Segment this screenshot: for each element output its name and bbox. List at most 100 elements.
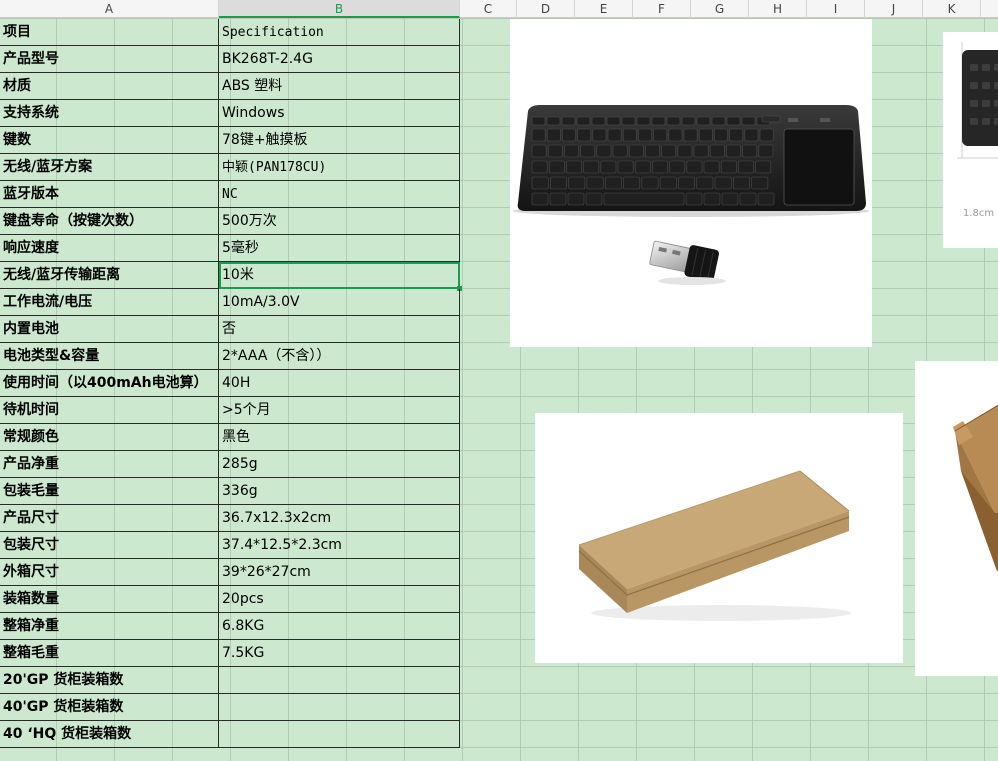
spec-value-cell[interactable]: Windows xyxy=(219,100,460,127)
active-cell[interactable]: 10米 xyxy=(219,262,460,289)
spec-label-cell[interactable]: 包装尺寸 xyxy=(0,532,219,559)
table-row: 40'GP 货柜装箱数 xyxy=(0,694,460,721)
table-row: 20'GP 货柜装箱数 xyxy=(0,667,460,694)
packaging-box-photo[interactable] xyxy=(535,413,903,663)
spec-label-cell[interactable]: 材质 xyxy=(0,73,219,100)
table-row: 材质 ABS 塑料 xyxy=(0,73,460,100)
spec-label-cell[interactable]: 整箱毛重 xyxy=(0,640,219,667)
column-header-g[interactable]: G xyxy=(691,0,749,18)
table-row: 支持系统 Windows xyxy=(0,100,460,127)
keyboard-dimension-drawing-icon: 1.8cm xyxy=(957,42,998,219)
table-row: 工作电流/电压 10mA/3.0V xyxy=(0,289,460,316)
spec-value-cell[interactable]: 20pcs xyxy=(219,586,460,613)
spec-value-cell[interactable]: 2*AAA（不含）） xyxy=(219,343,460,370)
spec-label-cell[interactable]: 产品净重 xyxy=(0,451,219,478)
spec-value-cell[interactable]: Specification xyxy=(219,19,460,46)
spec-value-cell[interactable]: 40H xyxy=(219,370,460,397)
spec-value-cell[interactable]: ABS 塑料 xyxy=(219,73,460,100)
spec-label-cell[interactable]: 工作电流/电压 xyxy=(0,289,219,316)
spec-label-cell[interactable]: 内置电池 xyxy=(0,316,219,343)
table-row: 产品净重 285g xyxy=(0,451,460,478)
spec-value-cell[interactable]: 39*26*27cm xyxy=(219,559,460,586)
column-header-e[interactable]: E xyxy=(575,0,633,18)
spec-value-cell[interactable]: 36.7x12.3x2cm xyxy=(219,505,460,532)
spec-value-cell[interactable] xyxy=(219,694,460,721)
table-row: 内置电池否 xyxy=(0,316,460,343)
table-row: 蓝牙版本 NC xyxy=(0,181,460,208)
column-header-j[interactable]: J xyxy=(865,0,923,18)
column-header-d[interactable]: D xyxy=(517,0,575,18)
spec-value-cell[interactable]: 285g xyxy=(219,451,460,478)
spec-label-cell[interactable]: 支持系统 xyxy=(0,100,219,127)
spec-label-cell[interactable]: 40'GP 货柜装箱数 xyxy=(0,694,219,721)
keyboard-with-usb-receiver-icon xyxy=(513,105,869,285)
partial-open-box-photo[interactable] xyxy=(915,361,998,676)
spec-label-cell[interactable]: 产品型号 xyxy=(0,46,219,73)
table-row: 包装尺寸 37.4*12.5*2.3cm xyxy=(0,532,460,559)
column-header-i[interactable]: I xyxy=(807,0,865,18)
table-row: 整箱净重 6.8KG xyxy=(0,613,460,640)
dimension-caption: 1.8cm xyxy=(963,208,994,219)
column-header-bar: ABCDEFGHIJK xyxy=(0,0,998,18)
spec-value-cell[interactable]: 中颖(PAN178CU) xyxy=(219,154,460,181)
table-row: 响应速度 5毫秒 xyxy=(0,235,460,262)
table-row: 键盘寿命（按键次数） 500万次 xyxy=(0,208,460,235)
spec-label-cell[interactable]: 无线/蓝牙传输距离 xyxy=(0,262,219,289)
spec-label-cell[interactable]: 常规颜色 xyxy=(0,424,219,451)
keyboard-photo[interactable] xyxy=(510,19,872,347)
spec-label-cell[interactable]: 产品尺寸 xyxy=(0,505,219,532)
spec-label-cell[interactable]: 40 ‘HQ 货柜装箱数 xyxy=(0,721,219,748)
spec-label-cell[interactable]: 20'GP 货柜装箱数 xyxy=(0,667,219,694)
spec-value-cell[interactable]: 336g xyxy=(219,478,460,505)
spec-label-cell[interactable]: 整箱净重 xyxy=(0,613,219,640)
spec-value-cell[interactable]: 10mA/3.0V xyxy=(219,289,460,316)
spec-value-cell[interactable]: BK268T-2.4G xyxy=(219,46,460,73)
table-row: 装箱数量 20pcs xyxy=(0,586,460,613)
spec-value-cell[interactable]: 500万次 xyxy=(219,208,460,235)
table-row: 产品型号 BK268T-2.4G xyxy=(0,46,460,73)
spec-value-cell[interactable]: >5个月 xyxy=(219,397,460,424)
table-row: 电池类型&容量 2*AAA（不含）） xyxy=(0,343,460,370)
table-row: 外箱尺寸 39*26*27cm xyxy=(0,559,460,586)
spec-label-cell[interactable]: 键盘寿命（按键次数） xyxy=(0,208,219,235)
spec-label-cell[interactable]: 外箱尺寸 xyxy=(0,559,219,586)
column-header-h[interactable]: H xyxy=(749,0,807,18)
column-header-k[interactable]: K xyxy=(923,0,981,18)
table-row: 无线/蓝牙传输距离 10米 xyxy=(0,262,462,291)
kraft-packaging-box-icon xyxy=(578,470,851,621)
spec-value-cell[interactable]: 否 xyxy=(219,316,460,343)
spec-label-cell[interactable]: 蓝牙版本 xyxy=(0,181,219,208)
open-kraft-box-icon xyxy=(953,404,998,571)
spec-label-cell[interactable]: 使用时间（以400mAh电池算） xyxy=(0,370,219,397)
column-header-a[interactable]: A xyxy=(0,0,219,18)
spec-label-cell[interactable]: 响应速度 xyxy=(0,235,219,262)
column-header-b[interactable]: B xyxy=(219,0,460,18)
table-row: 整箱毛重 7.5KG xyxy=(0,640,460,667)
spec-value-cell[interactable]: 78键+触摸板 xyxy=(219,127,460,154)
table-row: 项目 Specification xyxy=(0,19,460,46)
spec-value-cell[interactable]: 7.5KG xyxy=(219,640,460,667)
spec-value-cell[interactable]: 5毫秒 xyxy=(219,235,460,262)
table-row: 40 ‘HQ 货柜装箱数 xyxy=(0,721,460,748)
spec-label-cell[interactable]: 待机时间 xyxy=(0,397,219,424)
spec-label-cell[interactable]: 键数 xyxy=(0,127,219,154)
spec-value-cell[interactable]: 6.8KG xyxy=(219,613,460,640)
spec-value-cell[interactable]: NC xyxy=(219,181,460,208)
spec-value-cell[interactable] xyxy=(219,721,460,748)
spec-label-cell[interactable]: 无线/蓝牙方案 xyxy=(0,154,219,181)
table-row: 键数 78键+触摸板 xyxy=(0,127,460,154)
spec-label-cell[interactable]: 电池类型&容量 xyxy=(0,343,219,370)
spec-value-cell[interactable]: 37.4*12.5*2.3cm xyxy=(219,532,460,559)
table-row: 产品尺寸 36.7x12.3x2cm xyxy=(0,505,460,532)
spec-value-cell[interactable]: 黑色 xyxy=(219,424,460,451)
spec-label-cell[interactable]: 装箱数量 xyxy=(0,586,219,613)
column-header-c[interactable]: C xyxy=(460,0,517,18)
spec-label-cell[interactable]: 包装毛量 xyxy=(0,478,219,505)
column-header-f[interactable]: F xyxy=(633,0,691,18)
table-row: 待机时间 >5个月 xyxy=(0,397,460,424)
partial-keyboard-photo[interactable]: 1.8cm xyxy=(943,32,998,248)
table-row: 使用时间（以400mAh电池算） 40H xyxy=(0,370,460,397)
spec-value-cell[interactable] xyxy=(219,667,460,694)
spec-label-cell[interactable]: 项目 xyxy=(0,19,219,46)
table-row: 无线/蓝牙方案 中颖(PAN178CU) xyxy=(0,154,460,181)
